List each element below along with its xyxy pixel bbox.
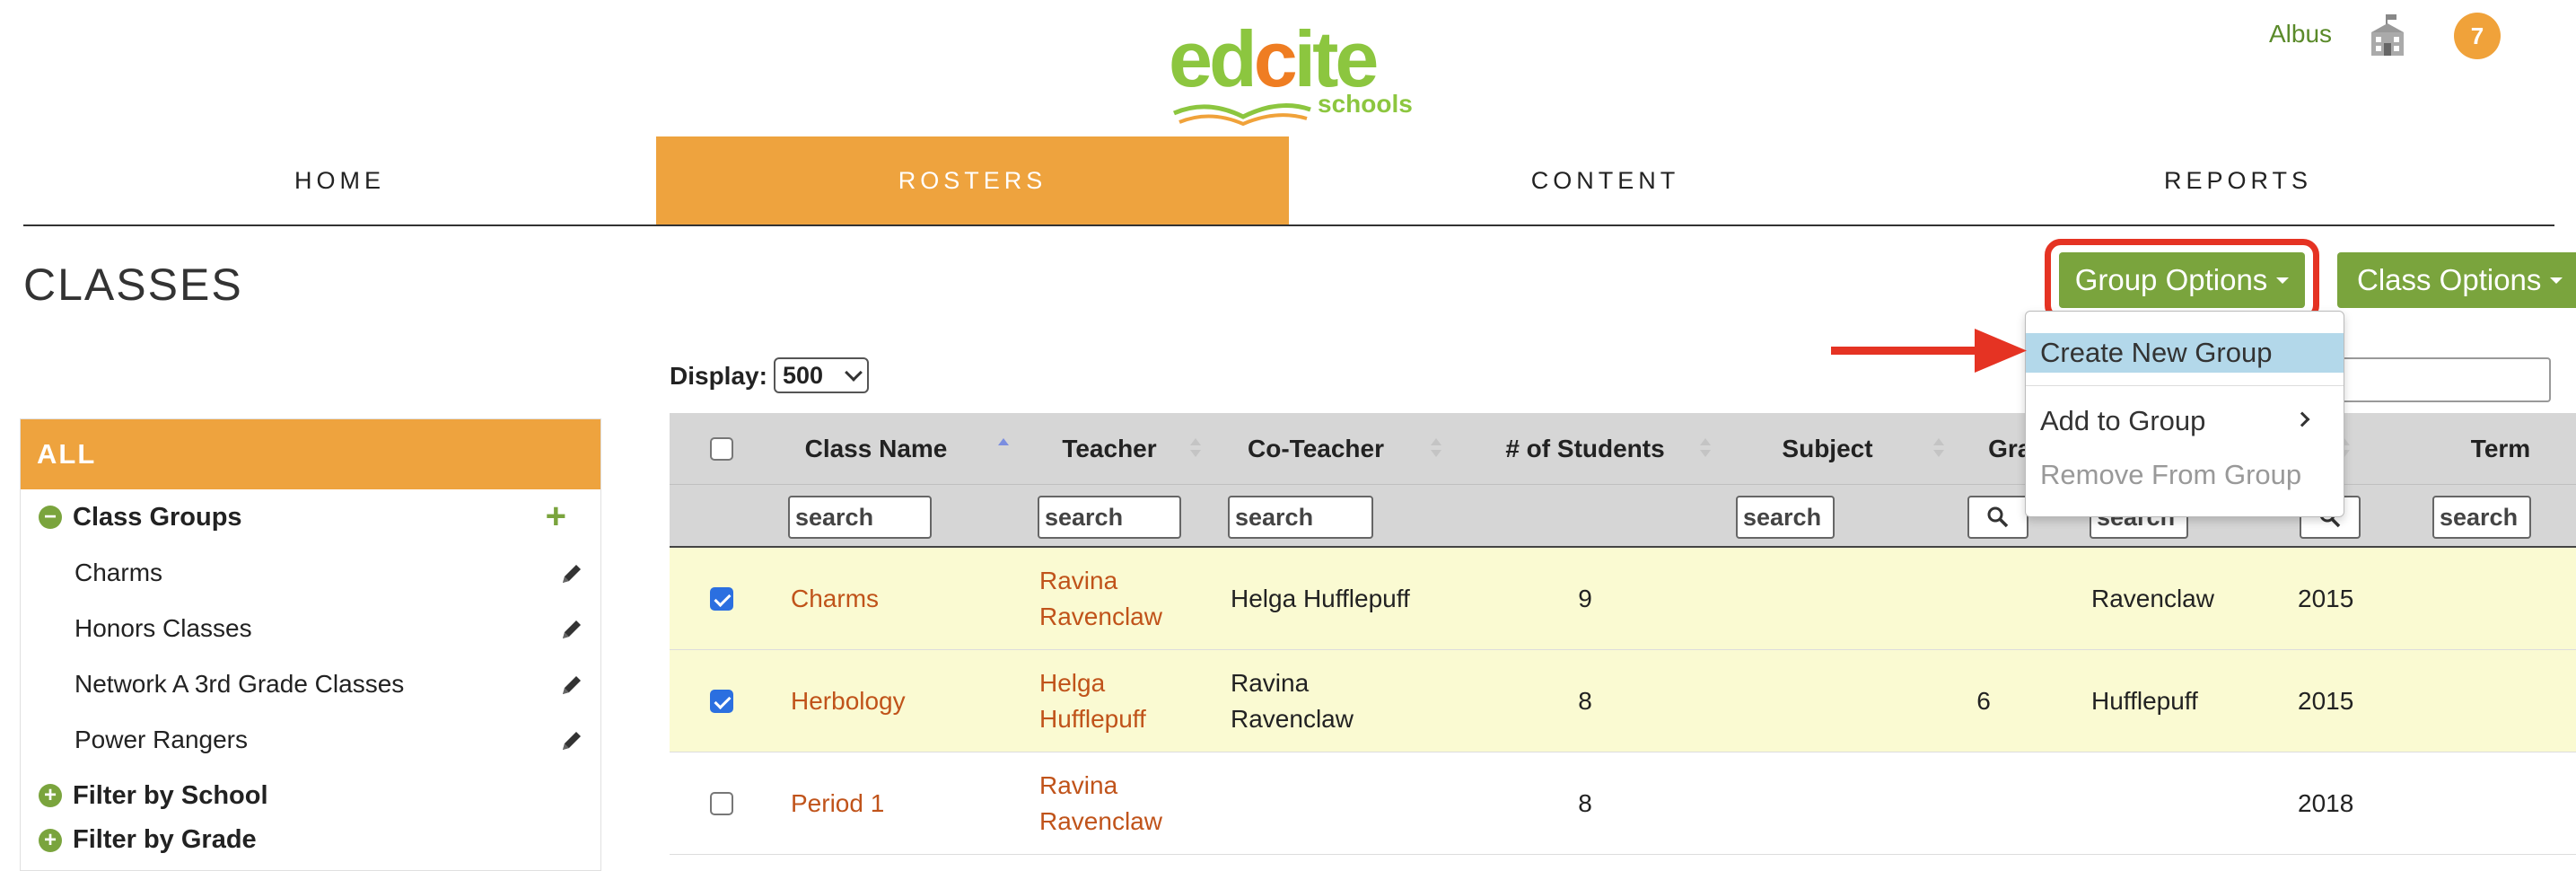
sidebar-group-item[interactable]: Power Rangers bbox=[21, 712, 600, 768]
tab-reports[interactable]: REPORTS bbox=[1922, 136, 2554, 224]
teacher-link[interactable]: Ravina Ravenclaw bbox=[1039, 752, 1162, 855]
minus-circle-icon[interactable]: − bbox=[39, 506, 62, 529]
students-count-cell: 8 bbox=[1578, 687, 1592, 715]
class-groups-header[interactable]: − Class Groups + bbox=[21, 489, 600, 545]
column-header-num-students[interactable]: # of Students bbox=[1468, 413, 1702, 485]
display-count-select[interactable]: 500 bbox=[774, 357, 869, 393]
red-arrow-annotation-icon bbox=[1831, 329, 2027, 373]
group-options-menu: Create New Group Add to Group Remove Fro… bbox=[2025, 311, 2344, 517]
row-checkbox[interactable] bbox=[710, 792, 733, 815]
students-count-cell: 9 bbox=[1578, 585, 1592, 612]
grade-filter-button[interactable] bbox=[1967, 496, 2028, 539]
logo-wordmark: edcite bbox=[1169, 14, 1379, 103]
user-name-link[interactable]: Albus bbox=[2269, 20, 2332, 48]
sidebar-group-item[interactable]: Honors Classes bbox=[21, 601, 600, 656]
group-name: Charms bbox=[74, 559, 163, 586]
caret-down-icon bbox=[2276, 277, 2290, 284]
year-cell: 2015 bbox=[2298, 585, 2354, 612]
co-teacher-filter-input[interactable]: search bbox=[1228, 496, 1373, 539]
menu-item-add-to-group[interactable]: Add to Group bbox=[2026, 401, 2344, 441]
column-header-subject[interactable]: Subject bbox=[1720, 413, 1935, 485]
group-options-label: Group Options bbox=[2074, 263, 2268, 296]
sort-ascending-icon[interactable] bbox=[998, 438, 1009, 460]
chevron-right-icon bbox=[2294, 411, 2310, 427]
table-search-input[interactable] bbox=[2334, 357, 2551, 402]
school-building-icon[interactable] bbox=[2366, 13, 2409, 59]
class-name-filter-input[interactable]: search bbox=[788, 496, 932, 539]
group-options-button[interactable]: Group Options bbox=[2059, 252, 2305, 308]
magnifier-icon bbox=[1987, 506, 2009, 528]
house-cell: Ravenclaw bbox=[2091, 585, 2214, 612]
filter-by-school-label: Filter by School bbox=[73, 780, 268, 810]
filter-by-grade-label: Filter by Grade bbox=[73, 825, 257, 854]
caret-down-icon bbox=[2550, 277, 2563, 284]
students-count-cell: 8 bbox=[1578, 789, 1592, 817]
sort-icon[interactable] bbox=[1431, 438, 1441, 460]
teacher-link[interactable]: Ravina Ravenclaw bbox=[1039, 548, 1162, 650]
display-count-value: 500 bbox=[783, 361, 824, 389]
book-swoosh-icon bbox=[1173, 103, 1311, 127]
row-checkbox[interactable] bbox=[710, 587, 733, 611]
house-cell: Hufflepuff bbox=[2091, 687, 2198, 715]
edcite-logo[interactable]: edcite schools bbox=[1167, 14, 1413, 127]
class-groups-label: Class Groups bbox=[73, 502, 242, 532]
class-options-button[interactable]: Class Options bbox=[2337, 252, 2576, 308]
filter-by-school-header[interactable]: + Filter by School bbox=[21, 768, 600, 823]
row-checkbox[interactable] bbox=[710, 690, 733, 713]
sort-icon[interactable] bbox=[1190, 438, 1201, 460]
teacher-filter-input[interactable]: search bbox=[1038, 496, 1181, 539]
group-name: Honors Classes bbox=[74, 614, 252, 642]
table-row[interactable]: Period 1 Ravina Ravenclaw 8 2018 bbox=[670, 752, 2576, 855]
sidebar-group-item[interactable]: Network A 3rd Grade Classes bbox=[21, 656, 600, 712]
class-name-link[interactable]: Period 1 bbox=[791, 752, 884, 855]
pencil-edit-icon[interactable] bbox=[559, 728, 584, 753]
menu-item-remove-from-group: Remove From Group bbox=[2040, 459, 2302, 490]
pencil-edit-icon[interactable] bbox=[559, 561, 584, 586]
sort-icon[interactable] bbox=[1933, 438, 1944, 460]
select-all-checkbox[interactable] bbox=[710, 437, 733, 461]
column-header-term[interactable]: Term bbox=[2429, 413, 2572, 485]
plus-circle-icon[interactable]: + bbox=[39, 784, 62, 807]
grade-cell: 6 bbox=[1976, 687, 1991, 715]
plus-circle-icon[interactable]: + bbox=[39, 829, 62, 852]
table-row[interactable]: Herbology Helga Hufflepuff Ravina Ravencla… bbox=[670, 650, 2576, 752]
pencil-edit-icon[interactable] bbox=[559, 617, 584, 642]
filter-by-grade-header[interactable]: + Filter by Grade bbox=[21, 823, 600, 859]
column-header-co-teacher[interactable]: Co-Teacher bbox=[1217, 413, 1415, 485]
teacher-link[interactable]: Helga Hufflepuff bbox=[1039, 650, 1146, 752]
sidebar-group-item[interactable]: Charms bbox=[21, 545, 600, 601]
menu-item-create-new-group[interactable]: Create New Group bbox=[2026, 333, 2344, 373]
menu-divider bbox=[2026, 385, 2344, 386]
tab-content[interactable]: CONTENT bbox=[1289, 136, 1922, 224]
sidebar-all[interactable]: ALL bbox=[21, 419, 600, 489]
sort-icon[interactable] bbox=[1700, 438, 1711, 460]
term-filter-input[interactable]: search bbox=[2432, 496, 2531, 539]
tab-home[interactable]: HOME bbox=[23, 136, 656, 224]
pencil-edit-icon[interactable] bbox=[559, 673, 584, 698]
class-name-link[interactable]: Charms bbox=[791, 548, 879, 650]
page-title: CLASSES bbox=[23, 260, 243, 310]
column-header-teacher[interactable]: Teacher bbox=[1029, 413, 1190, 485]
chevron-down-icon bbox=[845, 364, 863, 382]
class-options-label: Class Options bbox=[2357, 263, 2542, 296]
year-cell: 2015 bbox=[2298, 687, 2354, 715]
sidebar: ALL − Class Groups + Charms Honors Class… bbox=[20, 418, 601, 871]
tab-rosters[interactable]: ROSTERS bbox=[656, 136, 1289, 224]
subject-filter-input[interactable]: search bbox=[1736, 496, 1835, 539]
co-teacher-cell: Ravina Ravenclaw bbox=[1231, 669, 1354, 733]
table-row[interactable]: Charms Ravina Ravenclaw Helga Hufflepuff … bbox=[670, 548, 2576, 650]
class-name-link[interactable]: Herbology bbox=[791, 650, 906, 752]
logo-subtitle: schools bbox=[1318, 90, 1413, 118]
notification-badge[interactable]: 7 bbox=[2454, 13, 2501, 59]
column-header-class-name[interactable]: Class Name bbox=[777, 413, 975, 485]
group-name: Network A 3rd Grade Classes bbox=[74, 670, 405, 698]
main-nav: HOME ROSTERS CONTENT REPORTS bbox=[23, 136, 2554, 226]
display-label: Display: bbox=[670, 362, 767, 390]
co-teacher-cell: Helga Hufflepuff bbox=[1231, 585, 1410, 612]
add-group-plus-icon[interactable]: + bbox=[546, 497, 566, 537]
group-name: Power Rangers bbox=[74, 726, 248, 753]
year-cell: 2018 bbox=[2298, 789, 2354, 817]
